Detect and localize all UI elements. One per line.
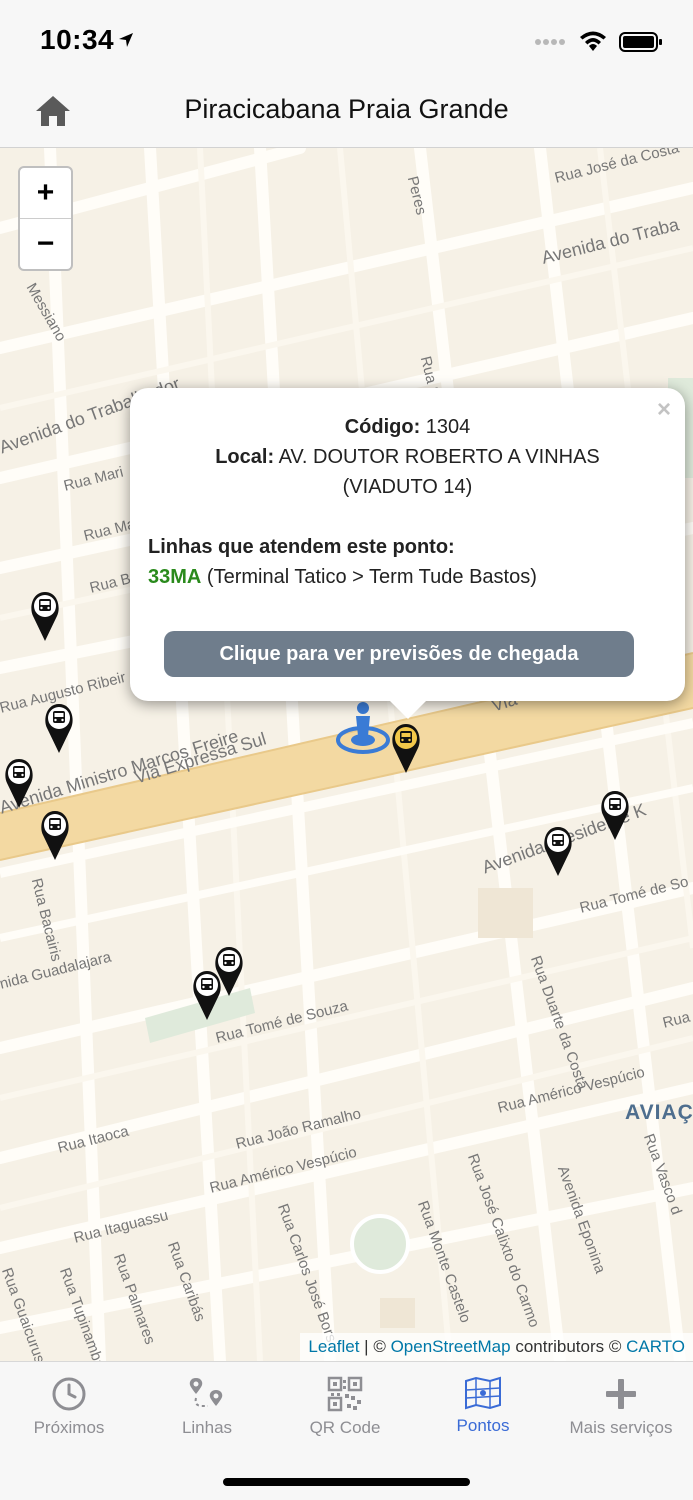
stop-code-row: Código: 1304 — [148, 412, 667, 442]
signal-icon — [535, 39, 565, 45]
line-row: 33MA (Terminal Tatico > Term Tude Bastos… — [148, 562, 667, 592]
stop-code-value: 1304 — [425, 416, 471, 438]
carto-link[interactable]: CARTO — [626, 1337, 685, 1357]
bus-stop-marker[interactable] — [542, 825, 574, 877]
page-title: Piracicabana Praia Grande — [184, 94, 509, 124]
zoom-in-button[interactable]: + — [20, 168, 71, 218]
bus-stop-pin-icon — [5, 759, 33, 808]
nav-bar: Piracicabana Praia Grande — [0, 80, 693, 148]
line-code[interactable]: 33MA — [148, 566, 201, 588]
home-indicator — [223, 1478, 470, 1486]
popup-tip — [390, 701, 426, 719]
bus-stop-pin-icon — [392, 724, 420, 773]
tab-proximos[interactable]: Próximos — [0, 1370, 138, 1438]
status-icons — [535, 28, 663, 56]
bus-stop-popup: × Código: 1304 Local: AV. DOUTOR ROBERTO… — [130, 388, 685, 719]
bus-stop-pin-icon — [41, 811, 69, 860]
bus-stop-pin-icon — [31, 592, 59, 641]
wifi-icon — [580, 31, 606, 51]
line-route: (Terminal Tatico > Term Tude Bastos) — [206, 566, 537, 588]
map[interactable]: Rua José da Costa Avenida do Traba Rua S… — [0, 148, 693, 1361]
plus-icon — [606, 1379, 636, 1409]
bus-stop-marker-selected[interactable] — [390, 722, 422, 774]
lines-label: Linhas que atendem este ponto: — [148, 536, 455, 558]
tab-pontos[interactable]: Pontos — [414, 1370, 552, 1436]
stop-local-value-line2: (VIADUTO 14) — [342, 476, 473, 498]
qr-code-icon — [327, 1376, 363, 1412]
map-attribution: Leaflet | © OpenStreetMap contributors ©… — [300, 1333, 693, 1361]
leaflet-link[interactable]: Leaflet — [308, 1337, 359, 1357]
attribution-separator: | © — [359, 1337, 391, 1356]
bus-stop-marker[interactable] — [599, 789, 631, 841]
location-arrow-icon — [119, 33, 133, 47]
district-label: AVIAÇ — [625, 1101, 693, 1124]
tab-label: Mais serviços — [569, 1418, 673, 1437]
tab-linhas[interactable]: Linhas — [138, 1370, 276, 1438]
status-time: 10:34 — [40, 24, 115, 55]
battery-icon — [619, 32, 662, 52]
zoom-control: + − — [18, 166, 73, 271]
tab-label: QR Code — [309, 1418, 381, 1437]
openstreetmap-link[interactable]: OpenStreetMap — [391, 1337, 511, 1357]
bus-stop-marker[interactable] — [43, 702, 75, 754]
bus-stop-pin-icon — [45, 704, 73, 753]
stop-local-label: Local: — [215, 446, 275, 468]
user-location-icon[interactable] — [334, 700, 392, 756]
bus-stop-marker[interactable] — [39, 809, 71, 861]
zoom-out-button[interactable]: − — [20, 218, 71, 268]
tab-mais-servicos[interactable]: Mais serviços — [552, 1370, 690, 1438]
bus-stop-marker[interactable] — [29, 590, 61, 642]
map-icon — [465, 1376, 501, 1410]
stop-code-label: Código: — [344, 416, 421, 438]
clock-icon — [52, 1377, 86, 1411]
tab-label: Próximos — [33, 1418, 105, 1437]
bus-stop-pin-icon — [601, 791, 629, 840]
attribution-contributors: contributors © — [510, 1337, 627, 1356]
status-bar: 10:34 — [0, 0, 693, 80]
popup-content: Código: 1304 Local: AV. DOUTOR ROBERTO A… — [148, 412, 667, 592]
bus-stop-pin-icon — [193, 971, 221, 1020]
route-pin-icon — [189, 1378, 223, 1407]
tab-qr-code[interactable]: QR Code — [276, 1370, 414, 1438]
stop-local-row: Local: AV. DOUTOR ROBERTO A VINHAS — [148, 442, 667, 472]
bus-stop-marker[interactable] — [3, 757, 35, 809]
stop-local-value: AV. DOUTOR ROBERTO A VINHAS — [278, 446, 600, 468]
arrival-predictions-button[interactable]: Clique para ver previsões de chegada — [164, 631, 634, 677]
tab-label: Pontos — [456, 1416, 510, 1435]
bus-stop-marker[interactable] — [191, 969, 223, 1021]
tab-label: Linhas — [181, 1418, 233, 1437]
bus-stop-pin-icon — [544, 827, 572, 876]
